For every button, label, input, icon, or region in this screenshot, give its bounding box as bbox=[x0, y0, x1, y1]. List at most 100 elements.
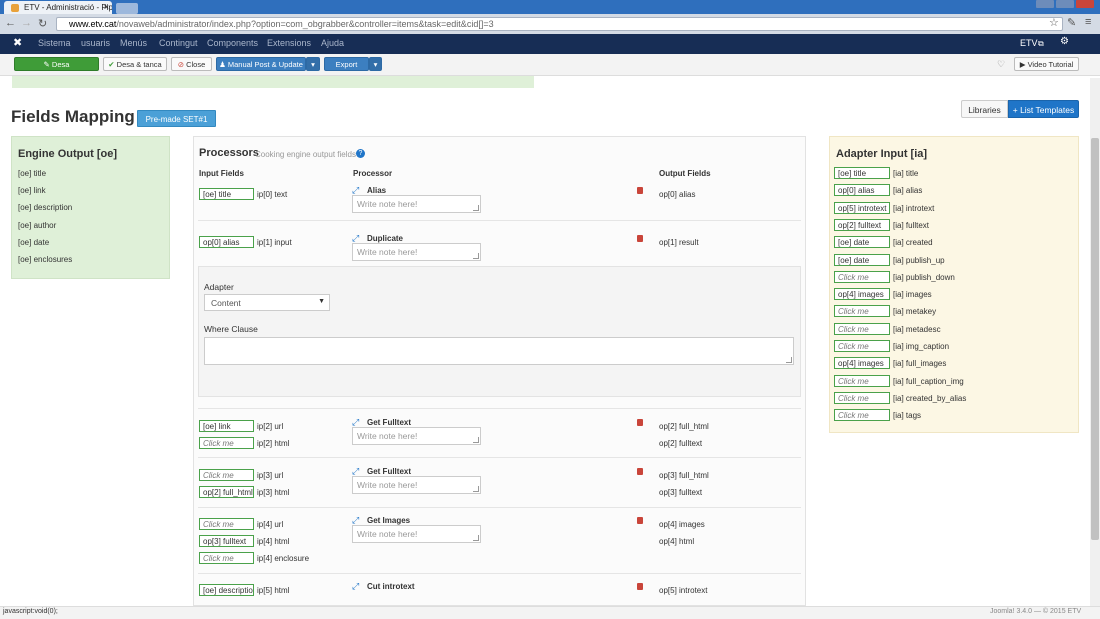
processor-name: Cut introtext bbox=[367, 582, 415, 591]
heart-icon[interactable]: ♡ bbox=[997, 59, 1005, 70]
premade-set-button[interactable]: Pre-made SET#1 bbox=[137, 110, 216, 127]
scrollbar-thumb[interactable] bbox=[1091, 138, 1099, 540]
export-button[interactable]: Export bbox=[324, 57, 369, 71]
input-field-tag[interactable]: op[0] alias bbox=[199, 236, 254, 248]
adapter-input-tag[interactable]: Click me bbox=[834, 340, 890, 352]
adapter-input-tag[interactable]: [oe] date bbox=[834, 236, 890, 249]
minimize-icon[interactable] bbox=[1036, 0, 1054, 8]
close-button[interactable]: ⊘ Close bbox=[171, 57, 212, 71]
input-field-tag[interactable]: [oe] description bbox=[199, 584, 254, 596]
list-templates-label: List Templates bbox=[1020, 105, 1075, 115]
menu-item-ajuda[interactable]: Ajuda bbox=[321, 38, 344, 48]
adapter-input-tag[interactable]: Click me bbox=[834, 305, 890, 318]
adapter-input-tag[interactable]: Click me bbox=[834, 270, 890, 283]
adapter-input-tag[interactable]: [oe] date bbox=[834, 253, 890, 266]
adapter-input-tag[interactable]: Click me bbox=[834, 374, 890, 387]
adapter-input-tag[interactable]: Click me bbox=[834, 409, 890, 422]
trash-icon[interactable] bbox=[637, 468, 643, 475]
help-icon[interactable]: ? bbox=[356, 149, 365, 158]
adapter-input-tag[interactable]: op[0] alias bbox=[834, 184, 890, 197]
processor-note-input[interactable]: Write note here! bbox=[352, 476, 481, 494]
input-field-tag[interactable]: op[3] fulltext bbox=[199, 535, 254, 547]
trash-icon[interactable] bbox=[637, 583, 643, 590]
adapter-input-tag[interactable]: Click me bbox=[834, 391, 890, 404]
joomla-logo-icon[interactable]: ✖ bbox=[13, 36, 22, 49]
settings-gear-icon[interactable]: ⚙ bbox=[1060, 36, 1069, 47]
trash-icon[interactable] bbox=[637, 187, 643, 194]
page-scrollbar[interactable] bbox=[1090, 78, 1100, 606]
adapter-input-tag[interactable]: [oe] title bbox=[834, 167, 890, 179]
input-field-tag[interactable]: [oe] title bbox=[199, 188, 254, 200]
processor-note-input[interactable]: Write note here! bbox=[352, 525, 481, 543]
adapter-input-label: [ia] metadesc bbox=[893, 324, 941, 334]
adapter-input-tag[interactable]: op[2] fulltext bbox=[834, 218, 890, 231]
input-field-tag[interactable]: Click me bbox=[199, 518, 254, 530]
menu-item-components[interactable]: Components bbox=[207, 38, 258, 48]
export-dropdown[interactable]: ▾ bbox=[369, 57, 382, 71]
engine-item[interactable]: [oe] link bbox=[18, 186, 46, 195]
processor-note-input[interactable]: Write note here! bbox=[352, 427, 481, 445]
video-icon: ▶ bbox=[1019, 60, 1028, 69]
save-button[interactable]: ✎ Desa bbox=[14, 57, 99, 71]
manual-post-button[interactable]: ♟ Manual Post & Update bbox=[216, 57, 306, 71]
output-field: op[3] full_html bbox=[659, 471, 709, 480]
trash-icon[interactable] bbox=[637, 517, 643, 524]
input-field-tag[interactable]: Click me bbox=[199, 552, 254, 564]
new-tab-button[interactable] bbox=[116, 3, 138, 14]
where-clause-textarea[interactable] bbox=[204, 337, 794, 365]
cancel-icon: ⊘ bbox=[177, 60, 187, 69]
expand-icon[interactable]: ⤢ bbox=[352, 581, 359, 592]
trash-icon[interactable] bbox=[637, 235, 643, 242]
save-button-label: Desa bbox=[51, 60, 70, 69]
save-close-button[interactable]: ✔ Desa & tanca bbox=[103, 57, 167, 71]
adapter-input-tag[interactable]: op[4] images bbox=[834, 288, 890, 301]
list-templates-button[interactable]: + List Templates bbox=[1008, 100, 1079, 118]
menu-item-sistema[interactable]: Sistema bbox=[38, 38, 71, 48]
output-field: op[4] html bbox=[659, 537, 695, 546]
engine-item[interactable]: [oe] enclosures bbox=[18, 255, 72, 264]
browser-tab[interactable]: ETV - Administració - Pip × bbox=[4, 1, 112, 14]
output-field: op[1] result bbox=[659, 238, 699, 247]
adapter-input-tag[interactable]: op[5] introtext bbox=[834, 201, 890, 214]
adapter-input-tag[interactable]: Click me bbox=[834, 322, 890, 335]
menu-item-contingut[interactable]: Contingut bbox=[159, 38, 198, 48]
row-divider bbox=[198, 220, 801, 221]
input-field-tag[interactable]: op[2] full_html bbox=[199, 486, 254, 498]
input-field-tag[interactable]: Click me bbox=[199, 437, 254, 449]
back-icon[interactable]: ← bbox=[5, 17, 16, 29]
engine-item[interactable]: [oe] author bbox=[18, 221, 56, 230]
close-window-icon[interactable] bbox=[1076, 0, 1094, 8]
page-title: Fields Mapping bbox=[11, 107, 135, 126]
browser-menu-icon[interactable]: ≡ bbox=[1085, 16, 1091, 28]
trash-icon[interactable] bbox=[637, 419, 643, 426]
input-field-label: ip[2] html bbox=[257, 439, 290, 448]
forward-icon[interactable]: → bbox=[21, 17, 32, 29]
processor-note-input[interactable]: Write note here! bbox=[352, 195, 481, 213]
adapter-select[interactable]: Content ▼ bbox=[204, 294, 330, 311]
engine-item[interactable]: [oe] title bbox=[18, 169, 46, 178]
bookmark-star-icon[interactable]: ☆ bbox=[1049, 16, 1059, 29]
col-output-fields: Output Fields bbox=[659, 169, 711, 178]
engine-item[interactable]: [oe] date bbox=[18, 238, 49, 247]
processor-note-input[interactable]: Write note here! bbox=[352, 243, 481, 261]
caret-down-icon: ▾ bbox=[311, 60, 315, 69]
menu-item-usuaris[interactable]: usuaris bbox=[81, 38, 110, 48]
input-field-tag[interactable]: Click me bbox=[199, 469, 254, 481]
processor-name: Get Fulltext bbox=[367, 467, 412, 476]
menu-item-extensions[interactable]: Extensions bbox=[267, 38, 311, 48]
reload-icon[interactable]: ↻ bbox=[38, 17, 47, 30]
libraries-button[interactable]: Libraries bbox=[961, 100, 1008, 118]
manual-post-dropdown[interactable]: ▾ bbox=[306, 57, 320, 71]
extension-icon[interactable]: ✎ bbox=[1067, 16, 1076, 29]
menu-item-menus[interactable]: Menús bbox=[120, 38, 147, 48]
input-field-tag[interactable]: [oe] link bbox=[199, 420, 254, 432]
site-link[interactable]: ETV bbox=[1020, 38, 1038, 48]
plus-icon: + bbox=[1012, 105, 1021, 115]
engine-item[interactable]: [oe] description bbox=[18, 203, 72, 212]
video-tutorial-button[interactable]: ▶ Video Tutorial bbox=[1014, 57, 1079, 71]
address-bar[interactable]: www.etv.cat/novaweb/administrator/index.… bbox=[56, 17, 1063, 31]
maximize-icon[interactable] bbox=[1056, 0, 1074, 8]
close-tab-icon[interactable]: × bbox=[104, 2, 109, 12]
adapter-input-tag[interactable]: op[4] images bbox=[834, 357, 890, 370]
processor-name: Get Images bbox=[367, 516, 411, 525]
